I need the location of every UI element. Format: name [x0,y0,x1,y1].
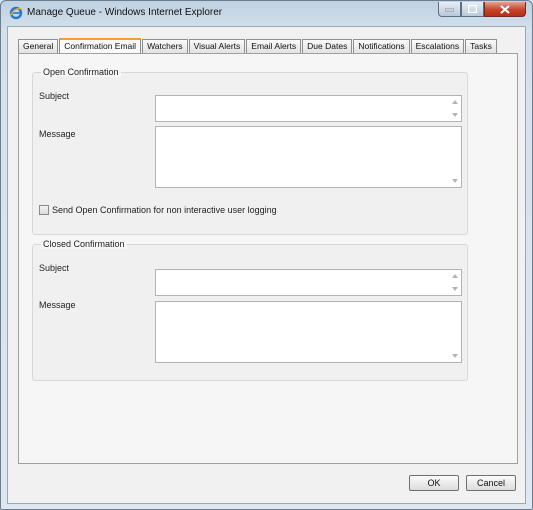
closed-message-label: Message [39,300,76,310]
tab-confirmation-email[interactable]: Confirmation Email [59,38,142,54]
close-icon [500,4,510,14]
tab-due-dates[interactable]: Due Dates [302,39,353,53]
open-subject-scrollbar[interactable] [449,96,461,121]
closed-subject-label: Subject [39,263,70,273]
maximize-button[interactable] [461,2,484,17]
ok-button[interactable]: OK [409,475,459,491]
tab-general[interactable]: General [18,39,59,53]
tab-escalations[interactable]: Escalations [410,39,465,53]
confirmation-email-panel: Open Confirmation Subject Message Send O… [18,53,518,464]
browser-window: Manage Queue - Windows Internet Explorer… [0,0,533,510]
cancel-button[interactable]: Cancel [466,475,516,491]
title-bar[interactable]: Manage Queue - Windows Internet Explorer [1,1,532,25]
scroll-down-icon[interactable] [452,179,458,183]
maximize-icon [468,5,477,13]
open-message-label: Message [39,129,76,139]
closed-confirmation-title: Closed Confirmation [41,239,127,249]
open-subject-field[interactable] [155,95,462,122]
closed-confirmation-group: Closed Confirmation Subject Message [32,239,468,381]
minimize-button[interactable] [438,2,461,17]
closed-subject-field[interactable] [155,269,462,296]
scroll-down-icon[interactable] [452,354,458,358]
minimize-icon [445,6,454,12]
tab-email-alerts[interactable]: Email Alerts [246,39,302,53]
open-confirmation-checkbox-row[interactable]: Send Open Confirmation for non interacti… [39,205,277,215]
closed-message-field[interactable] [155,301,462,363]
close-button[interactable] [484,2,526,17]
window-title: Manage Queue - Windows Internet Explorer [27,7,223,18]
tab-tasks[interactable]: Tasks [465,39,497,53]
scroll-up-icon[interactable] [452,100,458,104]
open-confirmation-title: Open Confirmation [41,67,121,77]
open-message-scrollbar[interactable] [449,127,461,187]
tab-watchers[interactable]: Watchers [142,39,188,53]
open-message-field[interactable] [155,126,462,188]
tab-notifications[interactable]: Notifications [353,39,410,53]
scroll-down-icon[interactable] [452,113,458,117]
scroll-up-icon[interactable] [452,274,458,278]
open-subject-label: Subject [39,91,70,101]
open-confirmation-checkbox-label[interactable]: Send Open Confirmation for non interacti… [52,205,277,215]
closed-message-scrollbar[interactable] [449,302,461,362]
internet-explorer-icon [9,6,23,20]
scroll-down-icon[interactable] [452,287,458,291]
open-confirmation-group: Open Confirmation Subject Message Send O… [32,67,468,235]
tab-visual-alerts[interactable]: Visual Alerts [188,39,246,53]
open-confirmation-checkbox[interactable] [39,205,49,215]
dialog-body: General Confirmation Email Watchers Visu… [7,26,526,504]
closed-subject-scrollbar[interactable] [449,270,461,295]
tab-strip: General Confirmation Email Watchers Visu… [18,38,498,54]
